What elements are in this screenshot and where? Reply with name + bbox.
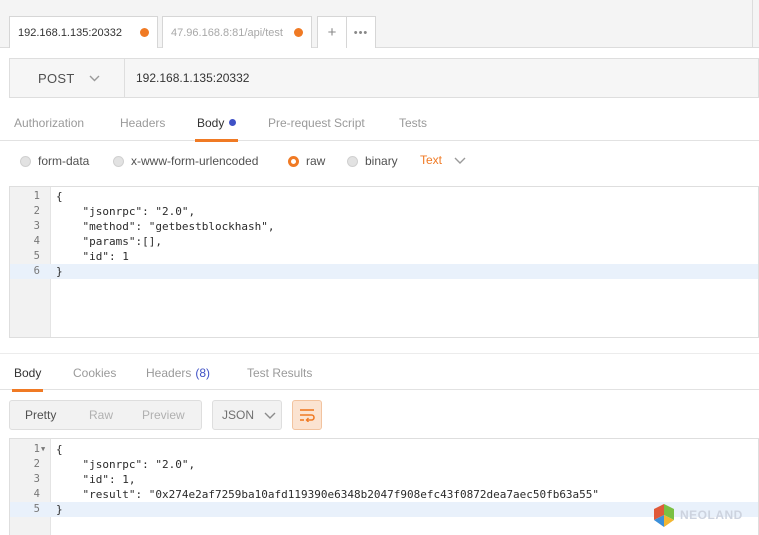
raw-format-label: Text <box>420 153 443 167</box>
radio-label: form-data <box>38 154 90 168</box>
neoland-logo-icon <box>654 504 674 527</box>
watermark-logo: NEOLAND <box>652 500 752 530</box>
view-pretty-button[interactable]: Pretty <box>25 401 56 429</box>
radio-label: raw <box>306 154 326 168</box>
response-tabs: Body Cookies Headers (8) Test Results <box>0 353 759 392</box>
radio-raw[interactable]: raw <box>288 153 325 169</box>
request-body-editor[interactable]: 1{ 2 "jsonrpc": "2.0", 3 "method": "getb… <box>9 186 759 338</box>
code-line: 4 "params":[], <box>33 235 162 248</box>
tab-body-label: Body <box>197 115 225 130</box>
response-tab-headers[interactable]: Headers (8) <box>146 354 210 391</box>
chevron-down-icon <box>264 412 276 419</box>
tab-body[interactable]: Body <box>194 104 239 142</box>
tab-authorization[interactable]: Authorization <box>14 104 84 141</box>
code-line: 3 "id": 1, <box>33 473 136 486</box>
tab-tests[interactable]: Tests <box>399 104 427 141</box>
view-preview-button[interactable]: Preview <box>142 401 185 429</box>
radio-binary[interactable]: binary <box>347 153 398 169</box>
headers-count-badge: (8) <box>195 365 211 380</box>
radio-circle-icon <box>347 155 358 167</box>
body-content-indicator-icon <box>229 119 237 126</box>
url-input[interactable]: 192.168.1.135:20332 <box>136 59 249 97</box>
unsaved-indicator-icon <box>140 28 149 37</box>
watermark-text: NEOLAND <box>680 508 743 522</box>
response-tab-headers-label: Headers <box>146 365 192 380</box>
chevron-down-icon <box>89 75 100 81</box>
code-line: 1{ <box>33 190 63 203</box>
response-tab-test-results[interactable]: Test Results <box>247 354 312 391</box>
unsaved-indicator-icon <box>294 28 303 37</box>
divider <box>752 0 753 48</box>
radio-circle-icon <box>113 155 124 167</box>
chevron-down-icon <box>454 157 466 164</box>
view-raw-button[interactable]: Raw <box>89 401 113 429</box>
response-tab-body[interactable]: Body <box>11 354 44 392</box>
url-bar: POST 192.168.1.135:20332 <box>9 58 759 98</box>
code-line: 2 "jsonrpc": "2.0", <box>33 205 196 218</box>
request-tab-1[interactable]: 192.168.1.135:20332 <box>9 16 158 48</box>
response-tab-cookies[interactable]: Cookies <box>73 354 116 391</box>
raw-format-dropdown[interactable]: Text <box>420 153 466 167</box>
tab-pre-request-script[interactable]: Pre-request Script <box>268 104 365 141</box>
code-line-active: 6} <box>10 264 758 279</box>
tab-headers[interactable]: Headers <box>120 104 165 141</box>
code-line: 5 "id": 1 <box>33 250 129 263</box>
response-format-dropdown[interactable]: JSON <box>212 400 282 430</box>
body-type-selector: form-data x-www-form-urlencoded raw bina… <box>0 141 759 181</box>
method-label: POST <box>38 70 75 86</box>
request-tab-2[interactable]: 47.96.168.8:81/api/test <box>162 16 312 48</box>
radio-label: binary <box>365 154 398 168</box>
radio-x-www-form-urlencoded[interactable]: x-www-form-urlencoded <box>113 153 258 169</box>
radio-selected-icon <box>288 155 299 167</box>
response-format-label: JSON <box>222 408 255 422</box>
code-line: 4 "result": "0x274e2af7259ba10afd119390e… <box>33 488 600 501</box>
request-tab-label: 47.96.168.8:81/api/test <box>171 26 283 39</box>
code-line: 1 ▼{ <box>33 443 63 456</box>
request-tab-strip: 192.168.1.135:20332 47.96.168.8:81/api/t… <box>0 0 759 48</box>
new-tab-button[interactable]: + <box>317 16 347 48</box>
radio-circle-icon <box>20 155 31 167</box>
wrap-lines-button[interactable] <box>292 400 322 430</box>
code-line: 3 "method": "getbestblockhash", <box>33 220 275 233</box>
fold-arrow-icon: ▼ <box>41 445 46 453</box>
radio-label: x-www-form-urlencoded <box>131 154 259 168</box>
request-tabs: Authorization Headers Body Pre-request S… <box>0 104 759 142</box>
method-dropdown[interactable]: POST <box>10 59 125 97</box>
more-tabs-button[interactable]: ••• <box>346 16 376 48</box>
radio-form-data[interactable]: form-data <box>20 153 89 169</box>
code-line-active: 5} <box>10 502 758 517</box>
wrap-lines-icon <box>300 409 315 422</box>
code-line: 2 "jsonrpc": "2.0", <box>33 458 196 471</box>
response-body-viewer[interactable]: 1 ▼{ 2 "jsonrpc": "2.0", 3 "id": 1, 4 "re… <box>9 438 759 535</box>
view-mode-group: Pretty Raw Preview <box>9 400 202 430</box>
request-tab-label: 192.168.1.135:20332 <box>18 26 122 39</box>
